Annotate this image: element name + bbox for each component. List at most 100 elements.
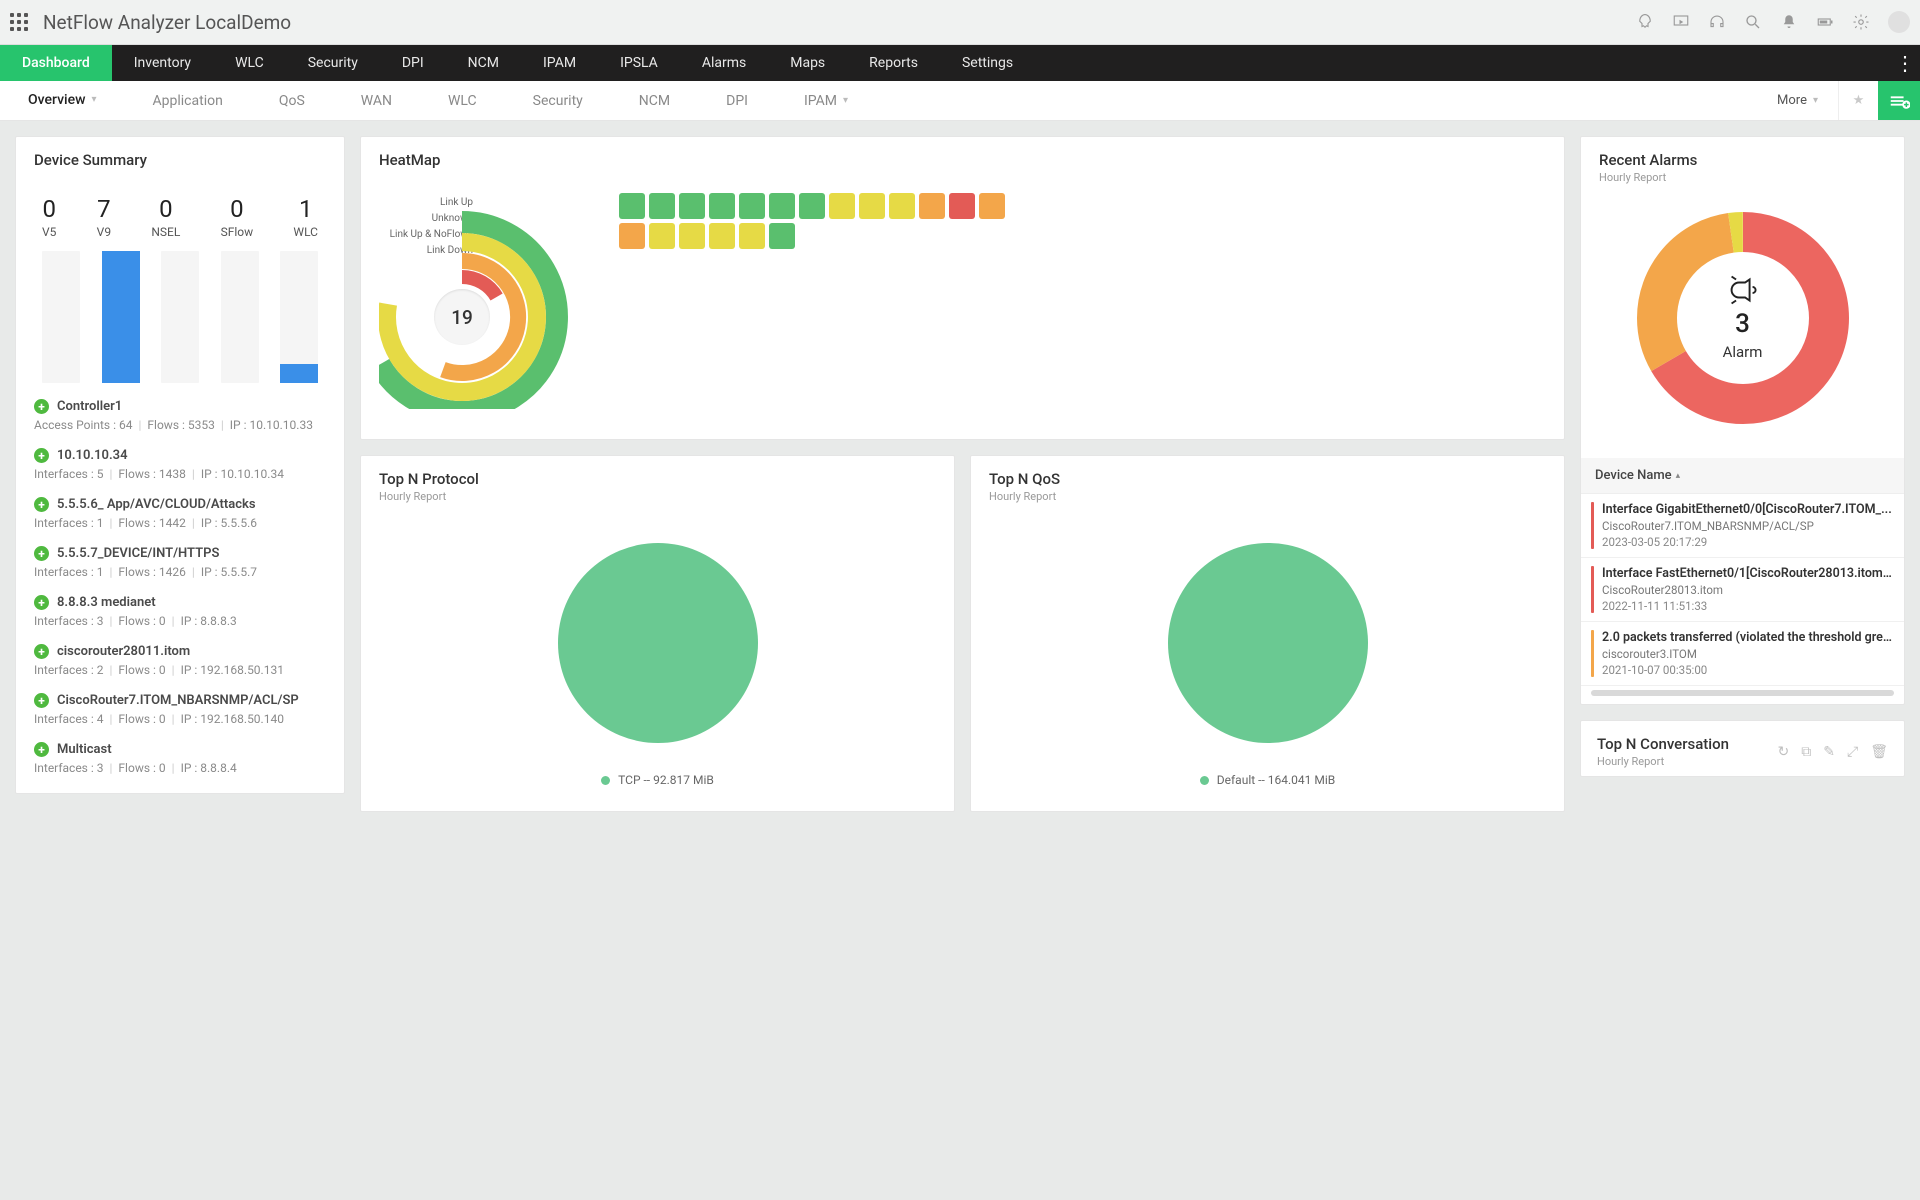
subnav-item-security[interactable]: Security bbox=[505, 81, 611, 120]
mainnav-item-dashboard[interactable]: Dashboard bbox=[0, 45, 112, 81]
stat-label: NSEL bbox=[151, 225, 180, 239]
heatmap-cell[interactable] bbox=[619, 193, 645, 219]
alarm-item[interactable]: Interface FastEthernet0/1[CiscoRouter280… bbox=[1581, 558, 1904, 622]
heatmap-cell[interactable] bbox=[949, 193, 975, 219]
heatmap-cell[interactable] bbox=[859, 193, 885, 219]
heatmap-cell[interactable] bbox=[829, 193, 855, 219]
device-item[interactable]: +5.5.5.6_ App/AVC/CLOUD/AttacksInterface… bbox=[34, 487, 326, 536]
device-summary-panel: Device Summary 0V57V90NSEL0SFlow1WLC +Co… bbox=[15, 136, 345, 794]
mainnav-item-ipsla[interactable]: IPSLA bbox=[598, 45, 680, 81]
heatmap-cell[interactable] bbox=[619, 223, 645, 249]
heatmap-cell[interactable] bbox=[799, 193, 825, 219]
alarm-device: CiscoRouter28013.itom bbox=[1602, 583, 1894, 597]
alarm-time: 2023-03-05 20:17:29 bbox=[1602, 535, 1894, 549]
main-nav: DashboardInventoryWLCSecurityDPINCMIPAMI… bbox=[0, 45, 1920, 81]
app-title: NetFlow Analyzer LocalDemo bbox=[43, 11, 291, 34]
expand-plus-icon[interactable]: + bbox=[34, 546, 49, 561]
delete-icon[interactable]: 🗑 bbox=[1870, 744, 1888, 760]
mainnav-item-wlc[interactable]: WLC bbox=[213, 45, 286, 81]
top-bar: NetFlow Analyzer LocalDemo bbox=[0, 0, 1920, 45]
subnav-item-dpi[interactable]: DPI bbox=[698, 81, 776, 120]
device-stats-bars bbox=[34, 243, 326, 383]
subnav-more[interactable]: More▾ bbox=[1757, 81, 1838, 120]
expand-icon[interactable]: ⤢ bbox=[1847, 744, 1858, 760]
device-item[interactable]: +Controller1Access Points : 64|Flows : 5… bbox=[34, 389, 326, 438]
mainnav-item-settings[interactable]: Settings bbox=[940, 45, 1035, 81]
mainnav-item-alarms[interactable]: Alarms bbox=[680, 45, 768, 81]
subnav-item-qos[interactable]: QoS bbox=[251, 81, 333, 120]
heatmap-cell[interactable] bbox=[709, 223, 735, 249]
device-item[interactable]: +CiscoRouter7.ITOM_NBARSNMP/ACL/SPInterf… bbox=[34, 683, 326, 732]
export-icon[interactable]: ⧉ bbox=[1801, 744, 1811, 760]
device-stat: 0SFlow bbox=[221, 195, 254, 239]
mainnav-item-dpi[interactable]: DPI bbox=[380, 45, 446, 81]
horizontal-scrollbar[interactable] bbox=[1591, 690, 1894, 696]
mainnav-item-inventory[interactable]: Inventory bbox=[112, 45, 213, 81]
mainnav-item-reports[interactable]: Reports bbox=[847, 45, 940, 81]
sort-icon[interactable]: ▴ bbox=[1676, 471, 1681, 481]
battery-icon[interactable] bbox=[1816, 13, 1834, 31]
alarm-item[interactable]: Interface GigabitEthernet0/0[CiscoRouter… bbox=[1581, 494, 1904, 558]
heatmap-cell[interactable] bbox=[649, 223, 675, 249]
heatmap-cell[interactable] bbox=[889, 193, 915, 219]
device-meta: Interfaces : 3|Flows : 0|IP : 8.8.8.3 bbox=[34, 614, 326, 628]
favorite-star-icon[interactable]: ★ bbox=[1838, 81, 1878, 120]
apps-grid-icon[interactable] bbox=[10, 13, 28, 31]
panel-action-icons: ↻ ⧉ ✎ ⤢ 🗑 bbox=[1778, 744, 1888, 760]
alarm-item[interactable]: 2.0 packets transferred (violated the th… bbox=[1581, 622, 1904, 686]
profile-avatar[interactable] bbox=[1888, 11, 1910, 33]
kebab-icon[interactable]: ⋮ bbox=[1890, 45, 1920, 81]
headset-icon[interactable] bbox=[1708, 13, 1726, 31]
alarms-donut-chart: 3 Alarm bbox=[1633, 208, 1853, 428]
add-widget-button[interactable] bbox=[1878, 81, 1920, 120]
bell-icon[interactable] bbox=[1780, 13, 1798, 31]
heatmap-cell[interactable] bbox=[919, 193, 945, 219]
device-item[interactable]: +5.5.5.7_DEVICE/INT/HTTPS Interfaces : 1|… bbox=[34, 536, 326, 585]
rocket-icon[interactable] bbox=[1636, 13, 1654, 31]
search-icon[interactable] bbox=[1744, 13, 1762, 31]
heatmap-cell[interactable] bbox=[709, 193, 735, 219]
alarm-list-header[interactable]: Device Name▴ bbox=[1581, 458, 1904, 493]
gear-icon[interactable] bbox=[1852, 13, 1870, 31]
subnav-item-wlc[interactable]: WLC bbox=[420, 81, 505, 120]
legend-label: Default -- 164.041 MiB bbox=[1217, 773, 1335, 787]
heatmap-cell[interactable] bbox=[649, 193, 675, 219]
mainnav-item-security[interactable]: Security bbox=[286, 45, 380, 81]
heatmap-cell[interactable] bbox=[679, 193, 705, 219]
alarm-device: CiscoRouter7.ITOM_NBARSNMP/ACL/SP bbox=[1602, 519, 1894, 533]
device-item[interactable]: +MulticastInterfaces : 3|Flows : 0|IP : … bbox=[34, 732, 326, 781]
mainnav-item-maps[interactable]: Maps bbox=[768, 45, 847, 81]
subnav-item-ncm[interactable]: NCM bbox=[611, 81, 698, 120]
device-item[interactable]: +8.8.8.3 medianetInterfaces : 3|Flows : … bbox=[34, 585, 326, 634]
device-name: 5.5.5.7_DEVICE/INT/HTTPS bbox=[57, 546, 219, 561]
expand-plus-icon[interactable]: + bbox=[34, 644, 49, 659]
expand-plus-icon[interactable]: + bbox=[34, 448, 49, 463]
heatmap-cell[interactable] bbox=[679, 223, 705, 249]
subnav-item-wan[interactable]: WAN bbox=[333, 81, 420, 120]
device-meta: Interfaces : 1|Flows : 1426|IP : 5.5.5.7 bbox=[34, 565, 326, 579]
mainnav-item-ncm[interactable]: NCM bbox=[446, 45, 521, 81]
legend-label: TCP -- 92.817 MiB bbox=[618, 773, 714, 787]
heatmap-cell[interactable] bbox=[979, 193, 1005, 219]
device-item[interactable]: +10.10.10.34Interfaces : 5|Flows : 1438|… bbox=[34, 438, 326, 487]
subnav-item-ipam[interactable]: IPAM▾ bbox=[776, 81, 876, 120]
subnav-item-application[interactable]: Application bbox=[125, 81, 251, 120]
refresh-icon[interactable]: ↻ bbox=[1778, 744, 1790, 760]
expand-plus-icon[interactable]: + bbox=[34, 497, 49, 512]
heatmap-cell[interactable] bbox=[739, 193, 765, 219]
device-item[interactable]: +ciscorouter28011.itomInterfaces : 2|Flo… bbox=[34, 634, 326, 683]
mainnav-item-ipam[interactable]: IPAM bbox=[521, 45, 598, 81]
device-stat: 7V9 bbox=[97, 195, 111, 239]
expand-plus-icon[interactable]: + bbox=[34, 693, 49, 708]
heatmap-cell[interactable] bbox=[739, 223, 765, 249]
presentation-icon[interactable] bbox=[1672, 13, 1690, 31]
heatmap-cell[interactable] bbox=[769, 223, 795, 249]
expand-plus-icon[interactable]: + bbox=[34, 595, 49, 610]
edit-icon[interactable]: ✎ bbox=[1823, 744, 1835, 760]
legend-dot-icon bbox=[601, 776, 610, 785]
expand-plus-icon[interactable]: + bbox=[34, 742, 49, 757]
expand-plus-icon[interactable]: + bbox=[34, 399, 49, 414]
stat-value: 1 bbox=[293, 195, 318, 223]
subnav-item-overview[interactable]: Overview▾ bbox=[0, 81, 125, 120]
heatmap-cell[interactable] bbox=[769, 193, 795, 219]
